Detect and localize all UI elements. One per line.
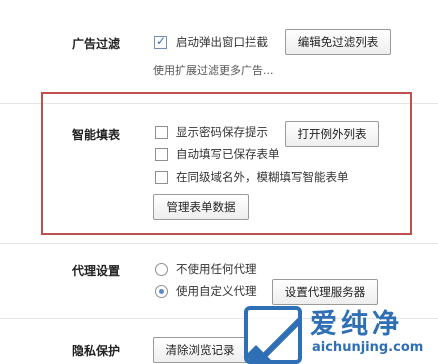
show-password-prompt-label[interactable]: 显示密码保存提示 xyxy=(176,124,268,140)
watermark-title: 爱纯净 xyxy=(310,309,403,340)
watermark-logo-icon xyxy=(244,306,302,364)
fuzzy-fill-checkbox[interactable] xyxy=(155,171,168,184)
check-icon: ✓ xyxy=(156,34,167,48)
section-divider xyxy=(0,243,438,244)
no-proxy-radio[interactable] xyxy=(155,263,168,276)
extension-filter-hint[interactable]: 使用扩展过滤更多广告... xyxy=(153,62,274,78)
smart-fill-label: 智能填表 xyxy=(72,128,121,142)
clear-history-button[interactable]: 清除浏览记录 xyxy=(153,337,247,363)
watermark-url: aichunjing.com xyxy=(312,340,424,355)
proxy-settings-label: 代理设置 xyxy=(72,264,121,278)
open-exceptions-button[interactable]: 打开例外列表 xyxy=(285,121,379,147)
autofill-forms-label[interactable]: 自动填写已保存表单 xyxy=(176,146,280,162)
autofill-forms-checkbox[interactable] xyxy=(155,148,168,161)
custom-proxy-label[interactable]: 使用自定义代理 xyxy=(176,283,257,299)
show-password-prompt-checkbox[interactable] xyxy=(155,126,168,139)
privacy-label: 隐私保护 xyxy=(72,344,121,358)
fuzzy-fill-label[interactable]: 在同级域名外，模糊填写智能表单 xyxy=(176,169,349,185)
edit-exempt-list-button[interactable]: 编辑免过滤列表 xyxy=(285,29,391,55)
popup-block-checkbox[interactable]: ✓ xyxy=(154,34,167,49)
ad-filter-label: 广告过滤 xyxy=(72,37,121,51)
manage-form-data-button[interactable]: 管理表单数据 xyxy=(153,194,249,220)
popup-block-label[interactable]: 启动弹出窗口拦截 xyxy=(176,34,268,50)
custom-proxy-radio[interactable] xyxy=(155,285,168,298)
no-proxy-label[interactable]: 不使用任何代理 xyxy=(176,261,257,277)
